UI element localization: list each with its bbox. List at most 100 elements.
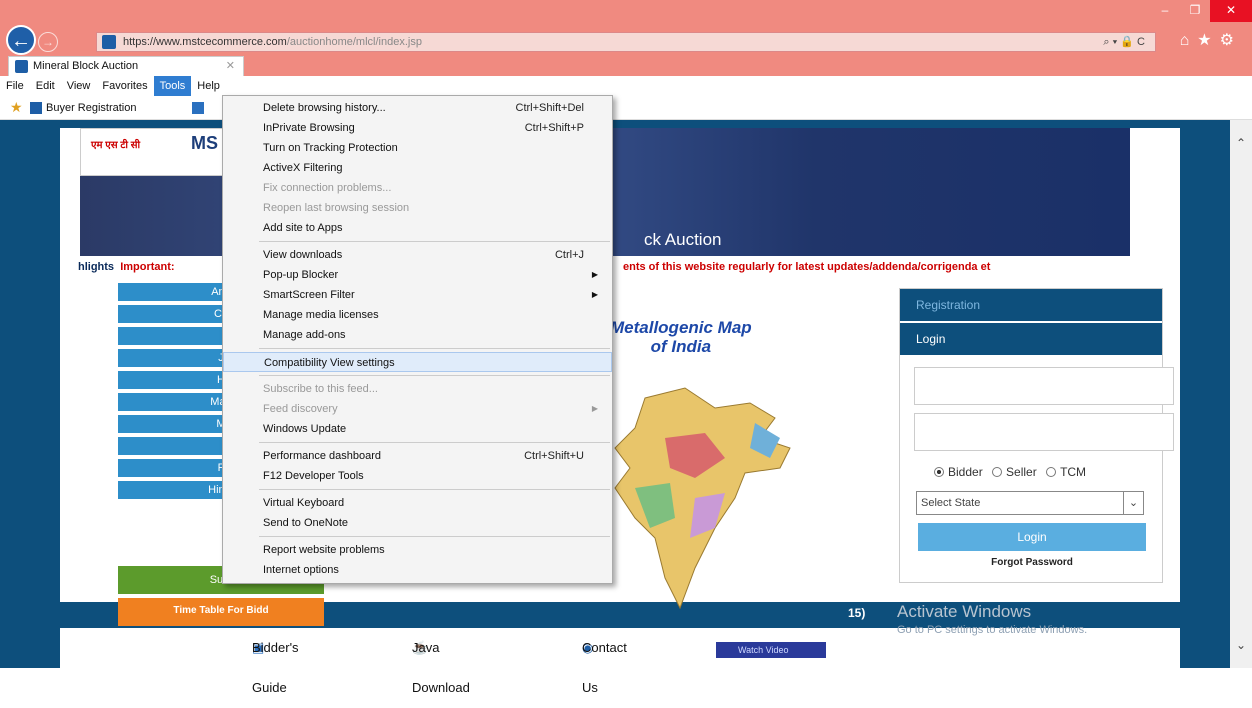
menu-view[interactable]: View (61, 76, 97, 96)
menu-item-label: Turn on Tracking Protection (263, 142, 398, 154)
login-tab[interactable]: Login (900, 323, 1162, 355)
maximize-button[interactable]: ❐ (1180, 0, 1210, 22)
favorites-star-icon[interactable]: ★ (10, 100, 23, 114)
username-field[interactable] (914, 367, 1174, 405)
menu-item: Fix connection problems... (223, 178, 612, 198)
activate-windows-subtext: Go to PC settings to activate Windows. (897, 624, 1088, 636)
link-icon[interactable] (192, 102, 204, 114)
page-viewport: एम एस टी सी MS ck Auction hlights Import… (0, 120, 1252, 695)
url-path: /auctionhome/mlcl/index.jsp (286, 36, 422, 48)
menu-item-label: Subscribe to this feed... (263, 383, 378, 395)
menu-item-label: Compatibility View settings (264, 357, 395, 369)
menu-item-label: Manage media licenses (263, 309, 379, 321)
state-select[interactable]: Select State ⌄ (916, 491, 1144, 515)
menu-item-shortcut: Ctrl+Shift+U (524, 450, 584, 462)
menu-item[interactable]: F12 Developer Tools (223, 466, 612, 486)
scroll-down-icon[interactable]: ⌄ (1236, 638, 1246, 652)
menu-item[interactable]: Internet options (223, 560, 612, 580)
tcm-radio[interactable] (1046, 467, 1057, 477)
submenu-arrow-icon: ▶ (591, 404, 598, 413)
menu-item-label: Add site to Apps (263, 222, 343, 234)
tab-strip: Mineral Block Auction ✕ (0, 56, 1252, 76)
menu-item-label: Reopen last browsing session (263, 202, 410, 214)
menu-item[interactable]: Manage media licenses (223, 305, 612, 325)
address-bar[interactable]: https://www.mstcecommerce.com/auctionhom… (96, 32, 1156, 52)
menu-item-label: View downloads (263, 249, 343, 261)
menu-item-label: Performance dashboard (263, 450, 382, 462)
submenu-arrow-icon: ▶ (591, 270, 598, 279)
tab-close-icon[interactable]: ✕ (226, 57, 235, 75)
menu-item[interactable]: ActiveX Filtering (223, 158, 612, 178)
back-button[interactable]: ← (6, 25, 36, 55)
login-button[interactable]: Login (918, 523, 1146, 551)
window-controls: – ❐ ✕ (1150, 0, 1252, 24)
menu-item-label: Fix connection problems... (263, 182, 392, 194)
menu-item[interactable]: Performance dashboard Ctrl+Shift+U (223, 446, 612, 466)
seller-radio[interactable] (992, 467, 1003, 477)
browser-tools-icons[interactable]: ⌂★⚙ (1180, 30, 1242, 50)
menu-item[interactable]: Pop-up Blocker ▶ (223, 265, 612, 285)
forgot-password-link[interactable]: Forgot Password (900, 557, 1164, 568)
state-select-value: Select State (921, 497, 981, 509)
ticker-text: ents of this website regularly for lates… (623, 261, 991, 273)
url-host: https://www.mstcecommerce.com (123, 36, 287, 48)
site-favicon-icon (102, 35, 116, 49)
watch-video-button[interactable]: Watch Video (716, 642, 826, 658)
map-title: Metallogenic Map of India (610, 318, 752, 356)
menu-item-label: Report website problems (263, 544, 385, 556)
map-title-line2: of India (650, 337, 712, 356)
favorite-buyer-registration[interactable]: Buyer Registration (46, 96, 137, 120)
chevron-down-icon[interactable]: ⌄ (1123, 492, 1143, 514)
menu-item-label: SmartScreen Filter (263, 289, 355, 301)
menu-item-label: Send to OneNote (263, 517, 349, 529)
map-title-line1: Metallogenic Map (610, 318, 752, 337)
scroll-up-icon[interactable]: ⌃ (1236, 136, 1246, 150)
menu-file[interactable]: File (0, 76, 30, 96)
menu-item-label: InPrivate Browsing (263, 122, 355, 134)
menu-item[interactable]: Add site to Apps (223, 218, 612, 238)
menu-favorites[interactable]: Favorites (96, 76, 153, 96)
menu-item: Subscribe to this feed... (223, 379, 612, 399)
menu-item[interactable]: InPrivate Browsing Ctrl+Shift+P (223, 118, 612, 138)
bidders-guide-label: Bidder's Guide (252, 640, 299, 695)
menu-item[interactable]: Compatibility View settings (223, 352, 612, 372)
time-table-button[interactable]: Time Table For Bidd (118, 598, 324, 626)
menu-item-label: Delete browsing history... (263, 102, 386, 114)
logo-hindi: एम एस टी सी (91, 140, 141, 151)
menu-item[interactable]: View downloads Ctrl+J (223, 245, 612, 265)
menu-item-shortcut: Ctrl+Shift+Del (515, 102, 584, 114)
menu-separator (259, 348, 610, 349)
password-field[interactable] (914, 413, 1174, 451)
favorites-bar: ★ Buyer Registration (0, 96, 1252, 120)
vertical-scrollbar[interactable]: ⌃ ⌄ (1230, 120, 1252, 668)
link-icon (30, 102, 42, 114)
mstc-logo[interactable]: एम एस टी सी MS (80, 128, 240, 176)
forward-button[interactable]: → (38, 32, 58, 52)
menu-bar: File Edit View Favorites Tools Help (0, 76, 1252, 96)
menu-item[interactable]: Turn on Tracking Protection (223, 138, 612, 158)
address-controls[interactable]: ⌕ ▾ 🔒 C (1103, 33, 1145, 51)
menu-item-label: ActiveX Filtering (263, 162, 343, 174)
tcm-label: TCM (1060, 465, 1087, 479)
contact-us-label: Contact Us (582, 640, 627, 695)
window-titlebar: – ❐ ✕ (0, 0, 1252, 24)
menu-item-label: Windows Update (263, 423, 347, 435)
menu-help[interactable]: Help (191, 76, 226, 96)
java-download-label: Java Download (412, 640, 470, 695)
menu-edit[interactable]: Edit (30, 76, 61, 96)
menu-item[interactable]: Delete browsing history... Ctrl+Shift+Del (223, 98, 612, 118)
ticker-highlight: hlights (78, 261, 115, 273)
menu-item[interactable]: Virtual Keyboard (223, 493, 612, 513)
browser-tab[interactable]: Mineral Block Auction ✕ (8, 56, 244, 76)
minimize-button[interactable]: – (1150, 0, 1180, 22)
bidder-radio[interactable] (934, 467, 944, 477)
menu-item[interactable]: Manage add-ons (223, 325, 612, 345)
registration-tab[interactable]: Registration (900, 289, 1162, 321)
menu-item[interactable]: Send to OneNote (223, 513, 612, 533)
close-window-button[interactable]: ✕ (1210, 0, 1252, 22)
menu-item: Reopen last browsing session (223, 198, 612, 218)
menu-item[interactable]: Windows Update (223, 419, 612, 439)
menu-item[interactable]: SmartScreen Filter ▶ (223, 285, 612, 305)
menu-item[interactable]: Report website problems (223, 540, 612, 560)
menu-tools[interactable]: Tools (153, 76, 192, 96)
